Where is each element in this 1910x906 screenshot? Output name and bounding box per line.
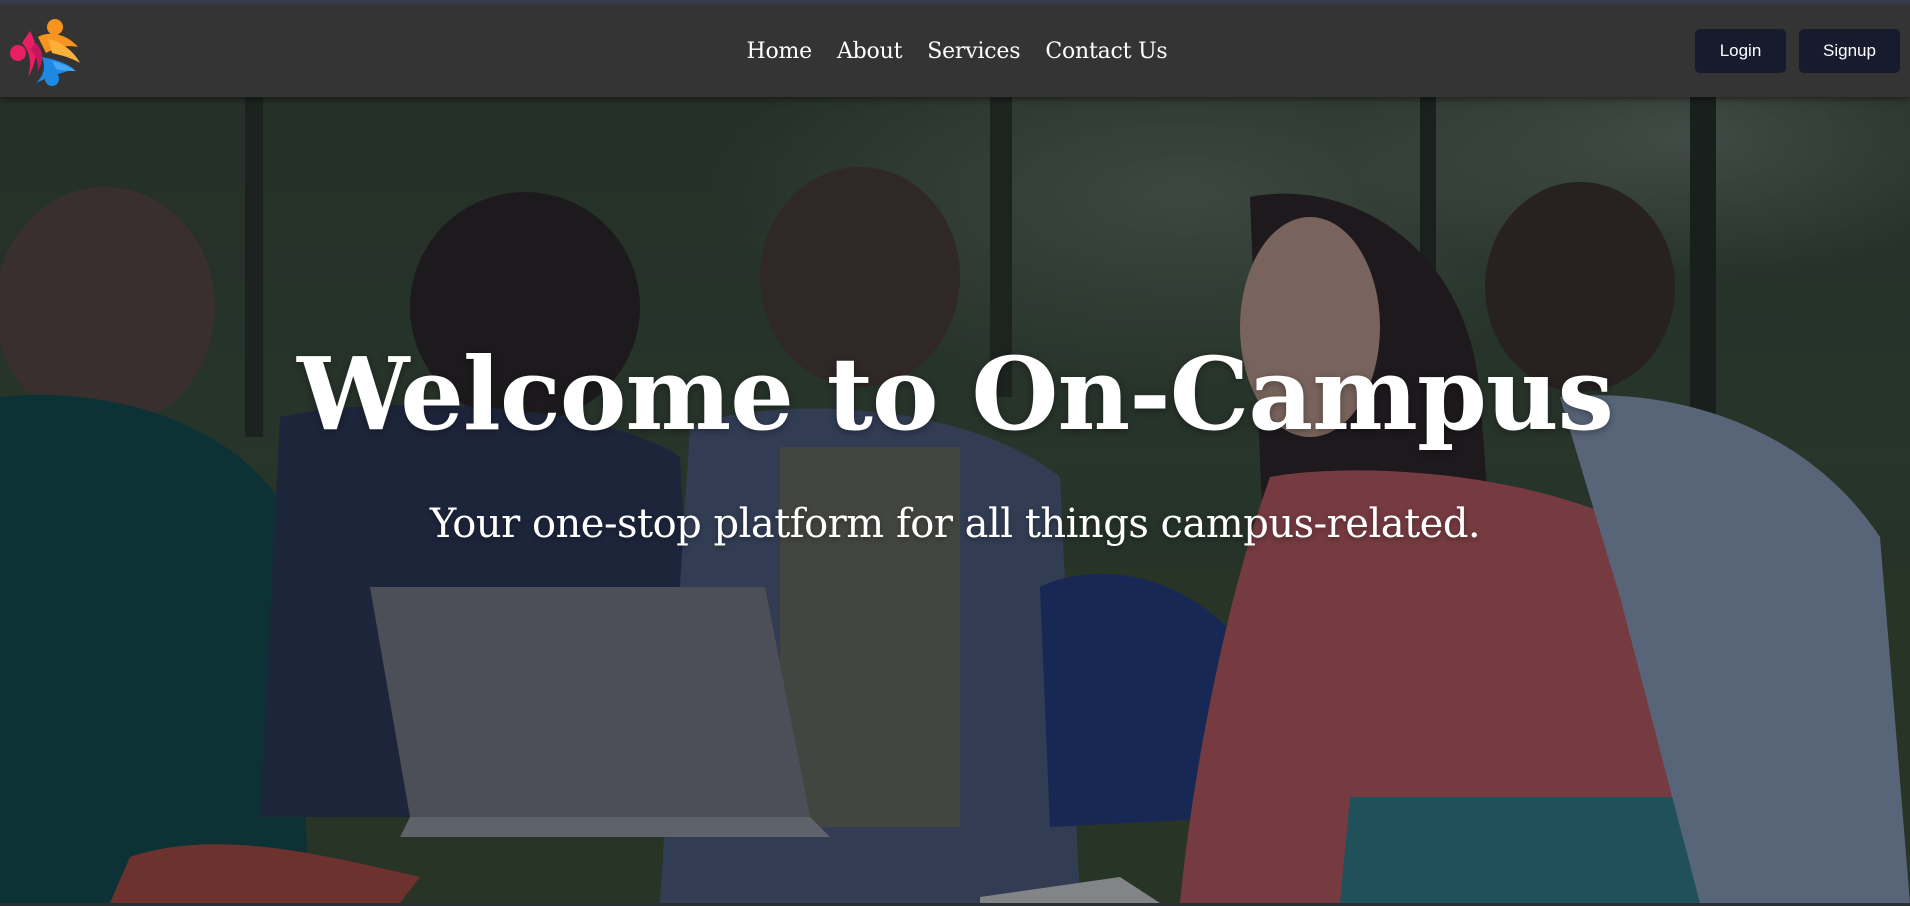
nav-about-link[interactable]: About [837, 39, 902, 64]
auth-buttons: Login Signup [1695, 29, 1900, 73]
signup-button[interactable]: Signup [1799, 29, 1900, 73]
main-nav: Home About Services Contact Us [0, 5, 1910, 97]
hero-section: Welcome to On-Campus Your one-stop platf… [0, 97, 1910, 903]
hero-title: Welcome to On-Campus [297, 335, 1614, 453]
nav-home-link[interactable]: Home [746, 39, 812, 64]
nav-contact-link[interactable]: Contact Us [1045, 39, 1167, 64]
navbar: Home About Services Contact Us Login Sig… [0, 5, 1910, 97]
nav-services-link[interactable]: Services [927, 39, 1020, 64]
login-button[interactable]: Login [1695, 29, 1786, 73]
hero-subtitle: Your one-stop platform for all things ca… [429, 501, 1481, 547]
